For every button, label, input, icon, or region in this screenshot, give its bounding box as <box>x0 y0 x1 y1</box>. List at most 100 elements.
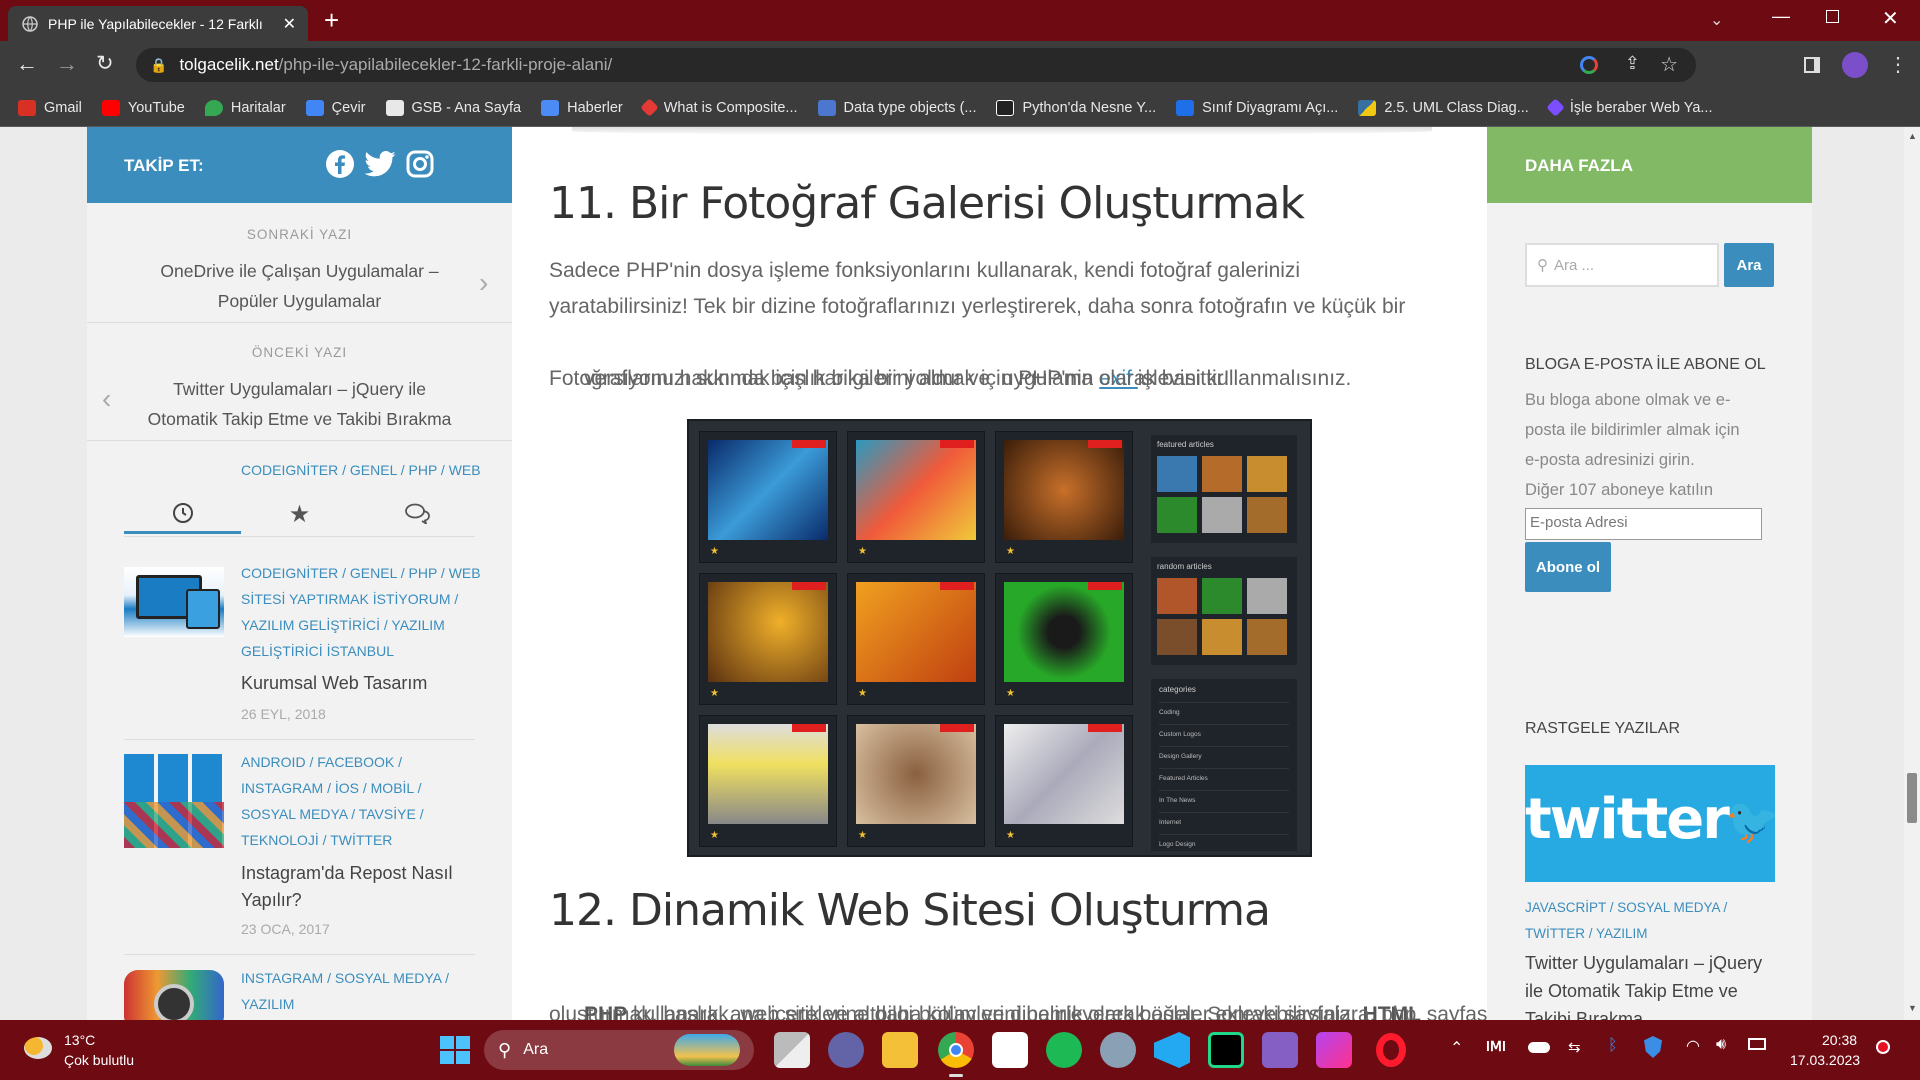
address-bar[interactable]: 🔒 tolgacelik.net /php-ile-yapilabilecekl… <box>136 48 1696 82</box>
tab-close-icon[interactable]: ✕ <box>283 14 296 34</box>
weather-desc[interactable]: Çok bulutlu <box>64 1052 134 1068</box>
post-category-line[interactable]: GELİŞTİRİCİ İSTANBUL <box>241 638 394 664</box>
google-lens-icon[interactable] <box>1580 56 1598 74</box>
phpstorm-icon[interactable] <box>1316 1032 1352 1068</box>
file-explorer-icon[interactable] <box>882 1032 918 1068</box>
bookmark-translate[interactable]: Çevir <box>305 99 366 116</box>
tray-chevron-icon[interactable]: ⌃ <box>1450 1038 1463 1058</box>
start-button[interactable] <box>436 1032 472 1068</box>
onedrive-icon[interactable] <box>1528 1042 1550 1053</box>
random-post-title[interactable]: Takibi Bırakma <box>1525 1006 1643 1020</box>
pycharm-icon[interactable] <box>1208 1032 1244 1068</box>
search-input[interactable]: ⚲ Ara ... <box>1525 243 1719 287</box>
share-icon[interactable]: ⇪ <box>1625 53 1640 74</box>
chrome-icon[interactable] <box>938 1032 974 1068</box>
chevron-right-icon[interactable]: › <box>479 267 488 299</box>
random-post-title[interactable]: Twitter Uygulamaları – jQuery <box>1525 950 1762 977</box>
restore-button[interactable] <box>1826 10 1839 23</box>
battery-icon[interactable] <box>1748 1038 1766 1050</box>
tray-sliders-icon[interactable]: ⇆ <box>1568 1038 1581 1056</box>
previous-post-title-line-2[interactable]: Otomatik Takip Etme ve Takibi Bırakma <box>87 404 512 434</box>
random-post-categories[interactable]: JAVASCRİPT / SOSYAL MEDYA / <box>1525 895 1727 921</box>
weather-icon[interactable] <box>24 1037 52 1059</box>
email-field[interactable]: E-posta Adresi <box>1525 508 1762 540</box>
bookmark-web[interactable]: İşle beraber Web Ya... <box>1546 98 1713 117</box>
post-category-line[interactable]: SİTESİ YAPTIRMAK İSTİYORUM / <box>241 586 458 612</box>
search-button[interactable]: Ara <box>1724 243 1774 287</box>
side-panel-icon[interactable] <box>1804 57 1820 73</box>
bookmark-gmail[interactable]: Gmail <box>18 99 82 116</box>
weather-temp[interactable]: 13°C <box>64 1032 95 1048</box>
post-category-line[interactable]: CODEIGNİTER / GENEL / PHP / WEB <box>241 560 481 586</box>
taskbar-search[interactable]: ⚲ Ara <box>484 1030 754 1070</box>
bookmark-composite[interactable]: What is Composite... <box>640 98 798 117</box>
new-tab-button[interactable]: + <box>324 6 339 34</box>
post-thumbnail[interactable] <box>124 567 224 637</box>
post-categories[interactable]: CODEIGNİTER / GENEL / PHP / WEB <box>241 457 481 483</box>
random-post-categories[interactable]: TWİTTER / YAZILIM <box>1525 921 1648 947</box>
task-view-icon[interactable] <box>774 1032 810 1068</box>
medium-app-icon[interactable] <box>992 1032 1028 1068</box>
tab-search-icon[interactable]: ⌄ <box>1710 10 1723 30</box>
post-thumbnail[interactable] <box>124 970 224 1020</box>
bookmark-youtube[interactable]: YouTube <box>101 99 185 116</box>
subscribe-button[interactable]: Abone ol <box>1525 542 1611 592</box>
back-icon[interactable]: ← <box>16 51 38 77</box>
post-title[interactable]: Instagram'da Repost Nasıl <box>241 860 453 887</box>
post-title[interactable]: Yapılır? <box>241 887 302 914</box>
random-post-title[interactable]: ile Otomatik Takip Etme ve <box>1525 978 1738 1005</box>
wifi-icon[interactable]: ◠ <box>1686 1036 1700 1056</box>
post-category-line[interactable]: INSTAGRAM / SOSYAL MEDYA / <box>241 965 449 991</box>
post-category-line[interactable]: ANDROID / FACEBOOK / <box>241 749 402 775</box>
post-category-line[interactable]: INSTAGRAM / İOS / MOBİL / <box>241 775 421 801</box>
vscode-icon[interactable] <box>1154 1032 1190 1068</box>
visual-studio-icon[interactable] <box>1262 1032 1298 1068</box>
bookmark-class-diagram[interactable]: Sınıf Diyagramı Açı... <box>1176 99 1338 116</box>
tab-comments[interactable] <box>358 494 475 534</box>
tray-medium-icon[interactable]: lⅯl <box>1486 1038 1506 1055</box>
post-category-line[interactable]: SOSYAL MEDYA / TAVSİYE / <box>241 801 424 827</box>
bookmark-star-icon[interactable]: ☆ <box>1660 52 1678 77</box>
clock-time[interactable]: 20:38 <box>1822 1032 1857 1048</box>
tab-popular[interactable]: ★ <box>241 494 358 534</box>
security-shield-icon[interactable] <box>1644 1036 1662 1058</box>
opera-icon[interactable] <box>1376 1033 1406 1067</box>
settings-gear-icon[interactable] <box>1100 1032 1136 1068</box>
twitter-icon[interactable] <box>364 151 396 177</box>
menu-icon[interactable]: ⋮ <box>1888 52 1908 77</box>
post-category-line[interactable]: YAZILIM <box>241 991 294 1017</box>
post-title[interactable]: Kurumsal Web Tasarım <box>241 670 427 697</box>
volume-icon[interactable]: 🔊︎ <box>1716 1036 1726 1054</box>
scroll-down-arrow[interactable]: ▼ <box>1908 1003 1917 1013</box>
clock-date[interactable]: 17.03.2023 <box>1790 1052 1860 1068</box>
scrollbar-track[interactable]: ▲ ▼ <box>1904 127 1920 1020</box>
forward-icon[interactable]: → <box>56 51 78 77</box>
bookmark-news[interactable]: Haberler <box>541 99 623 116</box>
profile-avatar[interactable] <box>1842 52 1868 78</box>
random-post-thumbnail[interactable]: twitter 🐦 <box>1525 765 1775 882</box>
next-post-title-line-1[interactable]: OneDrive ile Çalışan Uygulamalar – <box>87 256 512 286</box>
bookmark-python-oop[interactable]: Python'da Nesne Y... <box>996 99 1156 116</box>
previous-post-title-line-1[interactable]: Twitter Uygulamaları – jQuery ile <box>87 374 512 404</box>
facebook-icon[interactable] <box>325 149 355 179</box>
spotify-icon[interactable] <box>1046 1032 1082 1068</box>
post-thumbnail[interactable] <box>124 754 224 848</box>
close-window-button[interactable]: ✕ <box>1882 6 1899 31</box>
instagram-icon[interactable] <box>405 149 435 179</box>
next-post-title-line-2[interactable]: Popüler Uygulamalar <box>87 286 512 316</box>
lock-icon[interactable]: 🔒 <box>150 57 167 74</box>
bluetooth-icon[interactable]: ᛒ <box>1608 1037 1618 1055</box>
teams-chat-icon[interactable] <box>828 1032 864 1068</box>
post-category-line[interactable]: YAZILIM GELİŞTİRİCİ / YAZILIM <box>241 612 445 638</box>
bookmark-maps[interactable]: Haritalar <box>204 99 286 116</box>
browser-tab[interactable]: PHP ile Yapılabilecekler - 12 Farklı ✕ <box>8 6 308 41</box>
bookmark-uml[interactable]: 2.5. UML Class Diag... <box>1358 99 1529 116</box>
notification-icon[interactable] <box>1876 1040 1890 1054</box>
reload-icon[interactable]: ↻ <box>96 51 114 76</box>
tab-recent[interactable] <box>124 494 241 534</box>
post-category-line[interactable]: TEKNOLOJİ / TWİTTER <box>241 827 392 853</box>
minimize-button[interactable]: — <box>1772 6 1790 27</box>
bookmark-gsb[interactable]: GSB - Ana Sayfa <box>385 99 521 116</box>
scrollbar-thumb[interactable] <box>1907 773 1917 823</box>
scroll-up-arrow[interactable]: ▲ <box>1908 131 1917 141</box>
